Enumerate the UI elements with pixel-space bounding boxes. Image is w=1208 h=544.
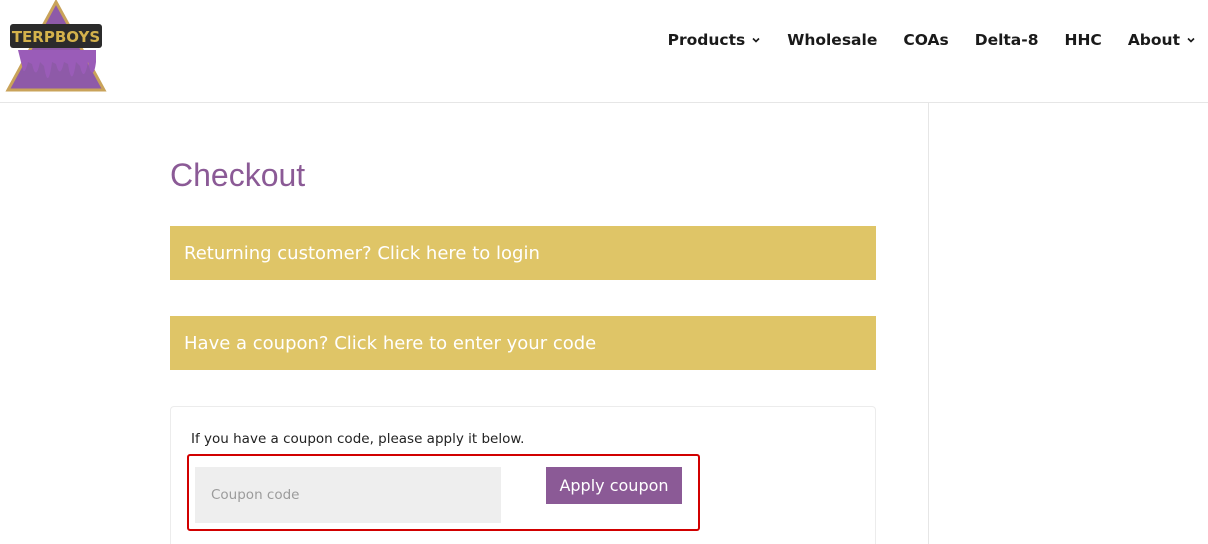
logo-wordmark: TERPBOYS bbox=[12, 28, 100, 46]
nav-item-hhc[interactable]: HHC bbox=[1064, 29, 1101, 51]
returning-customer-notice[interactable]: Returning customer? Click here to login bbox=[170, 226, 876, 280]
main-nav: Products Wholesale COAs Delta-8 HHC Abou… bbox=[668, 29, 1196, 51]
coupon-toggle-link[interactable]: Have a coupon? Click here to enter your … bbox=[184, 333, 596, 354]
nav-item-delta-8[interactable]: Delta-8 bbox=[975, 29, 1039, 51]
nav-item-label: About bbox=[1127, 31, 1180, 49]
nav-item-label: COAs bbox=[903, 31, 949, 49]
returning-customer-link[interactable]: Returning customer? Click here to login bbox=[184, 243, 540, 264]
coupon-instructions: If you have a coupon code, please apply … bbox=[191, 431, 525, 447]
nav-item-coas[interactable]: COAs bbox=[903, 29, 948, 51]
nav-item-products[interactable]: Products bbox=[668, 29, 762, 51]
sidebar-divider bbox=[928, 103, 929, 544]
coupon-form: If you have a coupon code, please apply … bbox=[170, 406, 876, 544]
nav-item-label: HHC bbox=[1064, 31, 1102, 49]
apply-coupon-button[interactable]: Apply coupon bbox=[546, 467, 682, 504]
nav-item-label: Products bbox=[667, 31, 746, 49]
nav-item-label: Delta-8 bbox=[974, 31, 1039, 49]
chevron-down-icon bbox=[751, 35, 761, 45]
site-header: TERPBOYS Products Wholesale COAs Delta-8… bbox=[0, 0, 1208, 103]
terpboys-logo[interactable]: TERPBOYS bbox=[4, 0, 108, 98]
chevron-down-icon bbox=[1186, 35, 1196, 45]
nav-item-about[interactable]: About bbox=[1128, 29, 1196, 51]
nav-item-wholesale[interactable]: Wholesale bbox=[787, 29, 877, 51]
coupon-notice[interactable]: Have a coupon? Click here to enter your … bbox=[170, 316, 876, 370]
nav-item-label: Wholesale bbox=[787, 31, 878, 49]
coupon-code-input[interactable] bbox=[195, 467, 501, 523]
page-title: Checkout bbox=[170, 157, 306, 193]
